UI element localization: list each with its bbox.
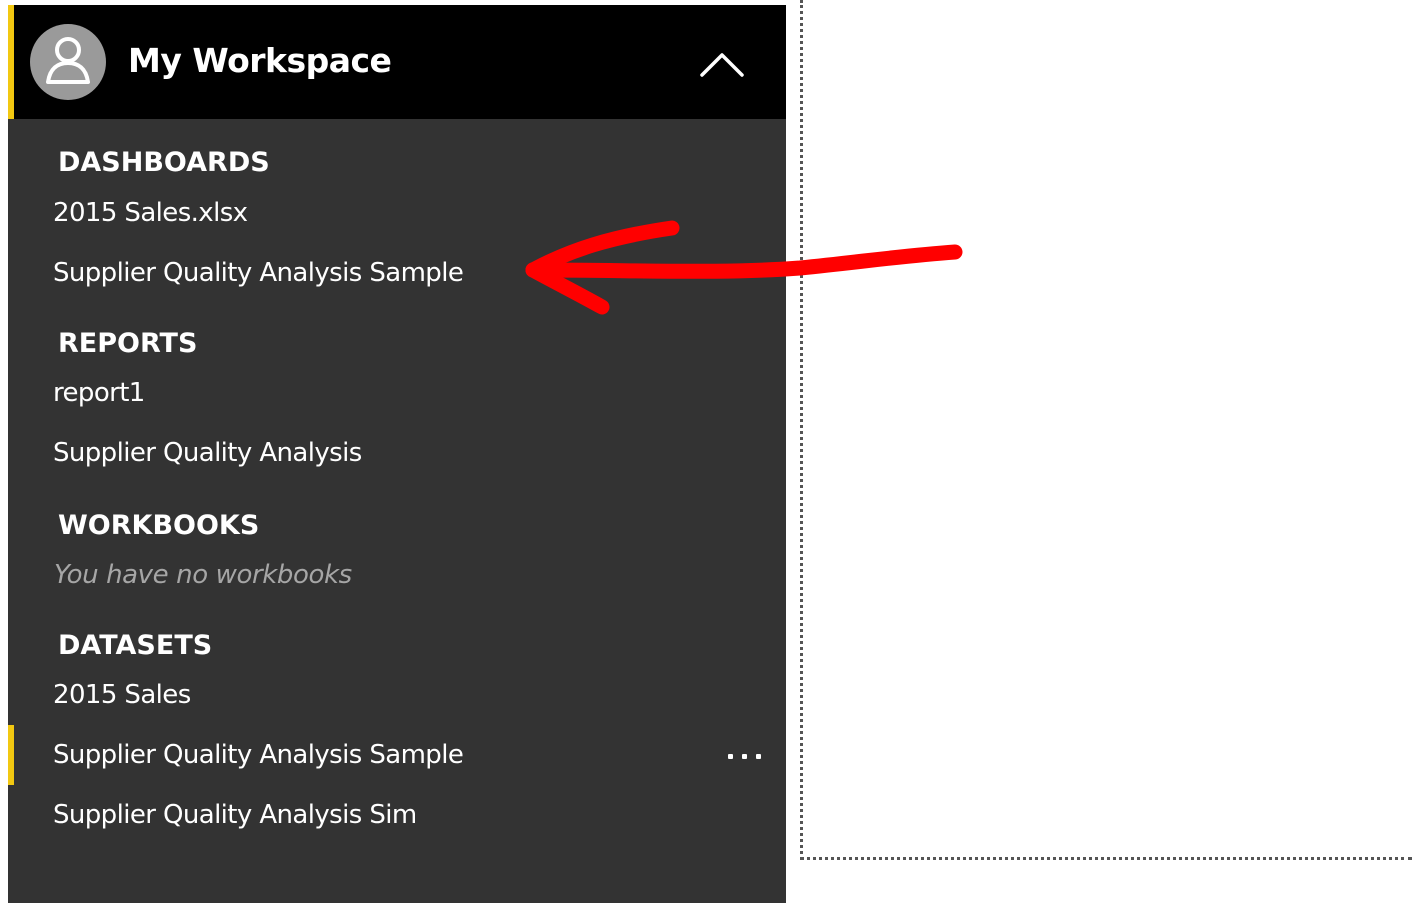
dataset-item-supplier-quality-analysis-sim[interactable]: Supplier Quality Analysis Sim (8, 785, 786, 845)
chevron-up-icon[interactable] (696, 47, 748, 81)
nav-item-label: 2015 Sales.xlsx (53, 198, 248, 228)
more-options-dot (756, 754, 761, 759)
nav-item-label: 2015 Sales (53, 680, 191, 710)
workspace-navigation-pane: My Workspace DASHBOARDS 2015 Sales.xlsx … (8, 5, 786, 903)
more-options-dot (742, 754, 747, 759)
dashboard-item-supplier-quality-analysis-sample[interactable]: Supplier Quality Analysis Sample (8, 243, 786, 303)
report-item-supplier-quality-analysis[interactable]: Supplier Quality Analysis (8, 423, 786, 483)
nav-item-label: Supplier Quality Analysis Sample (53, 740, 464, 770)
dataset-item-2015-sales[interactable]: 2015 Sales (8, 665, 786, 725)
selected-item-accent-bar (8, 725, 14, 785)
screenshot-stage: My Workspace DASHBOARDS 2015 Sales.xlsx … (0, 0, 1415, 903)
more-options-button[interactable] (718, 735, 770, 775)
workspace-header[interactable]: My Workspace (8, 5, 786, 119)
reports-heading: REPORTS (58, 328, 198, 359)
workspace-title: My Workspace (128, 41, 392, 80)
dataset-item-supplier-quality-analysis-sample[interactable]: Supplier Quality Analysis Sample (8, 725, 786, 785)
person-icon (30, 24, 106, 100)
nav-item-label: Supplier Quality Analysis (53, 438, 362, 468)
report-item-report1[interactable]: report1 (8, 363, 786, 423)
datasets-heading: DATASETS (58, 630, 213, 661)
nav-item-label: Supplier Quality Analysis Sample (53, 258, 464, 288)
workspace-header-accent-bar (8, 5, 14, 119)
dashboard-item-2015-sales-xlsx[interactable]: 2015 Sales.xlsx (8, 183, 786, 243)
nav-item-label: report1 (53, 378, 145, 408)
dashboards-heading: DASHBOARDS (58, 147, 270, 178)
workbooks-heading: WORKBOOKS (58, 510, 260, 541)
nav-item-label: Supplier Quality Analysis Sim (53, 800, 417, 830)
content-area-dotted-border (800, 0, 1412, 860)
workbooks-empty-message: You have no workbooks (54, 560, 352, 590)
more-options-dot (728, 754, 733, 759)
